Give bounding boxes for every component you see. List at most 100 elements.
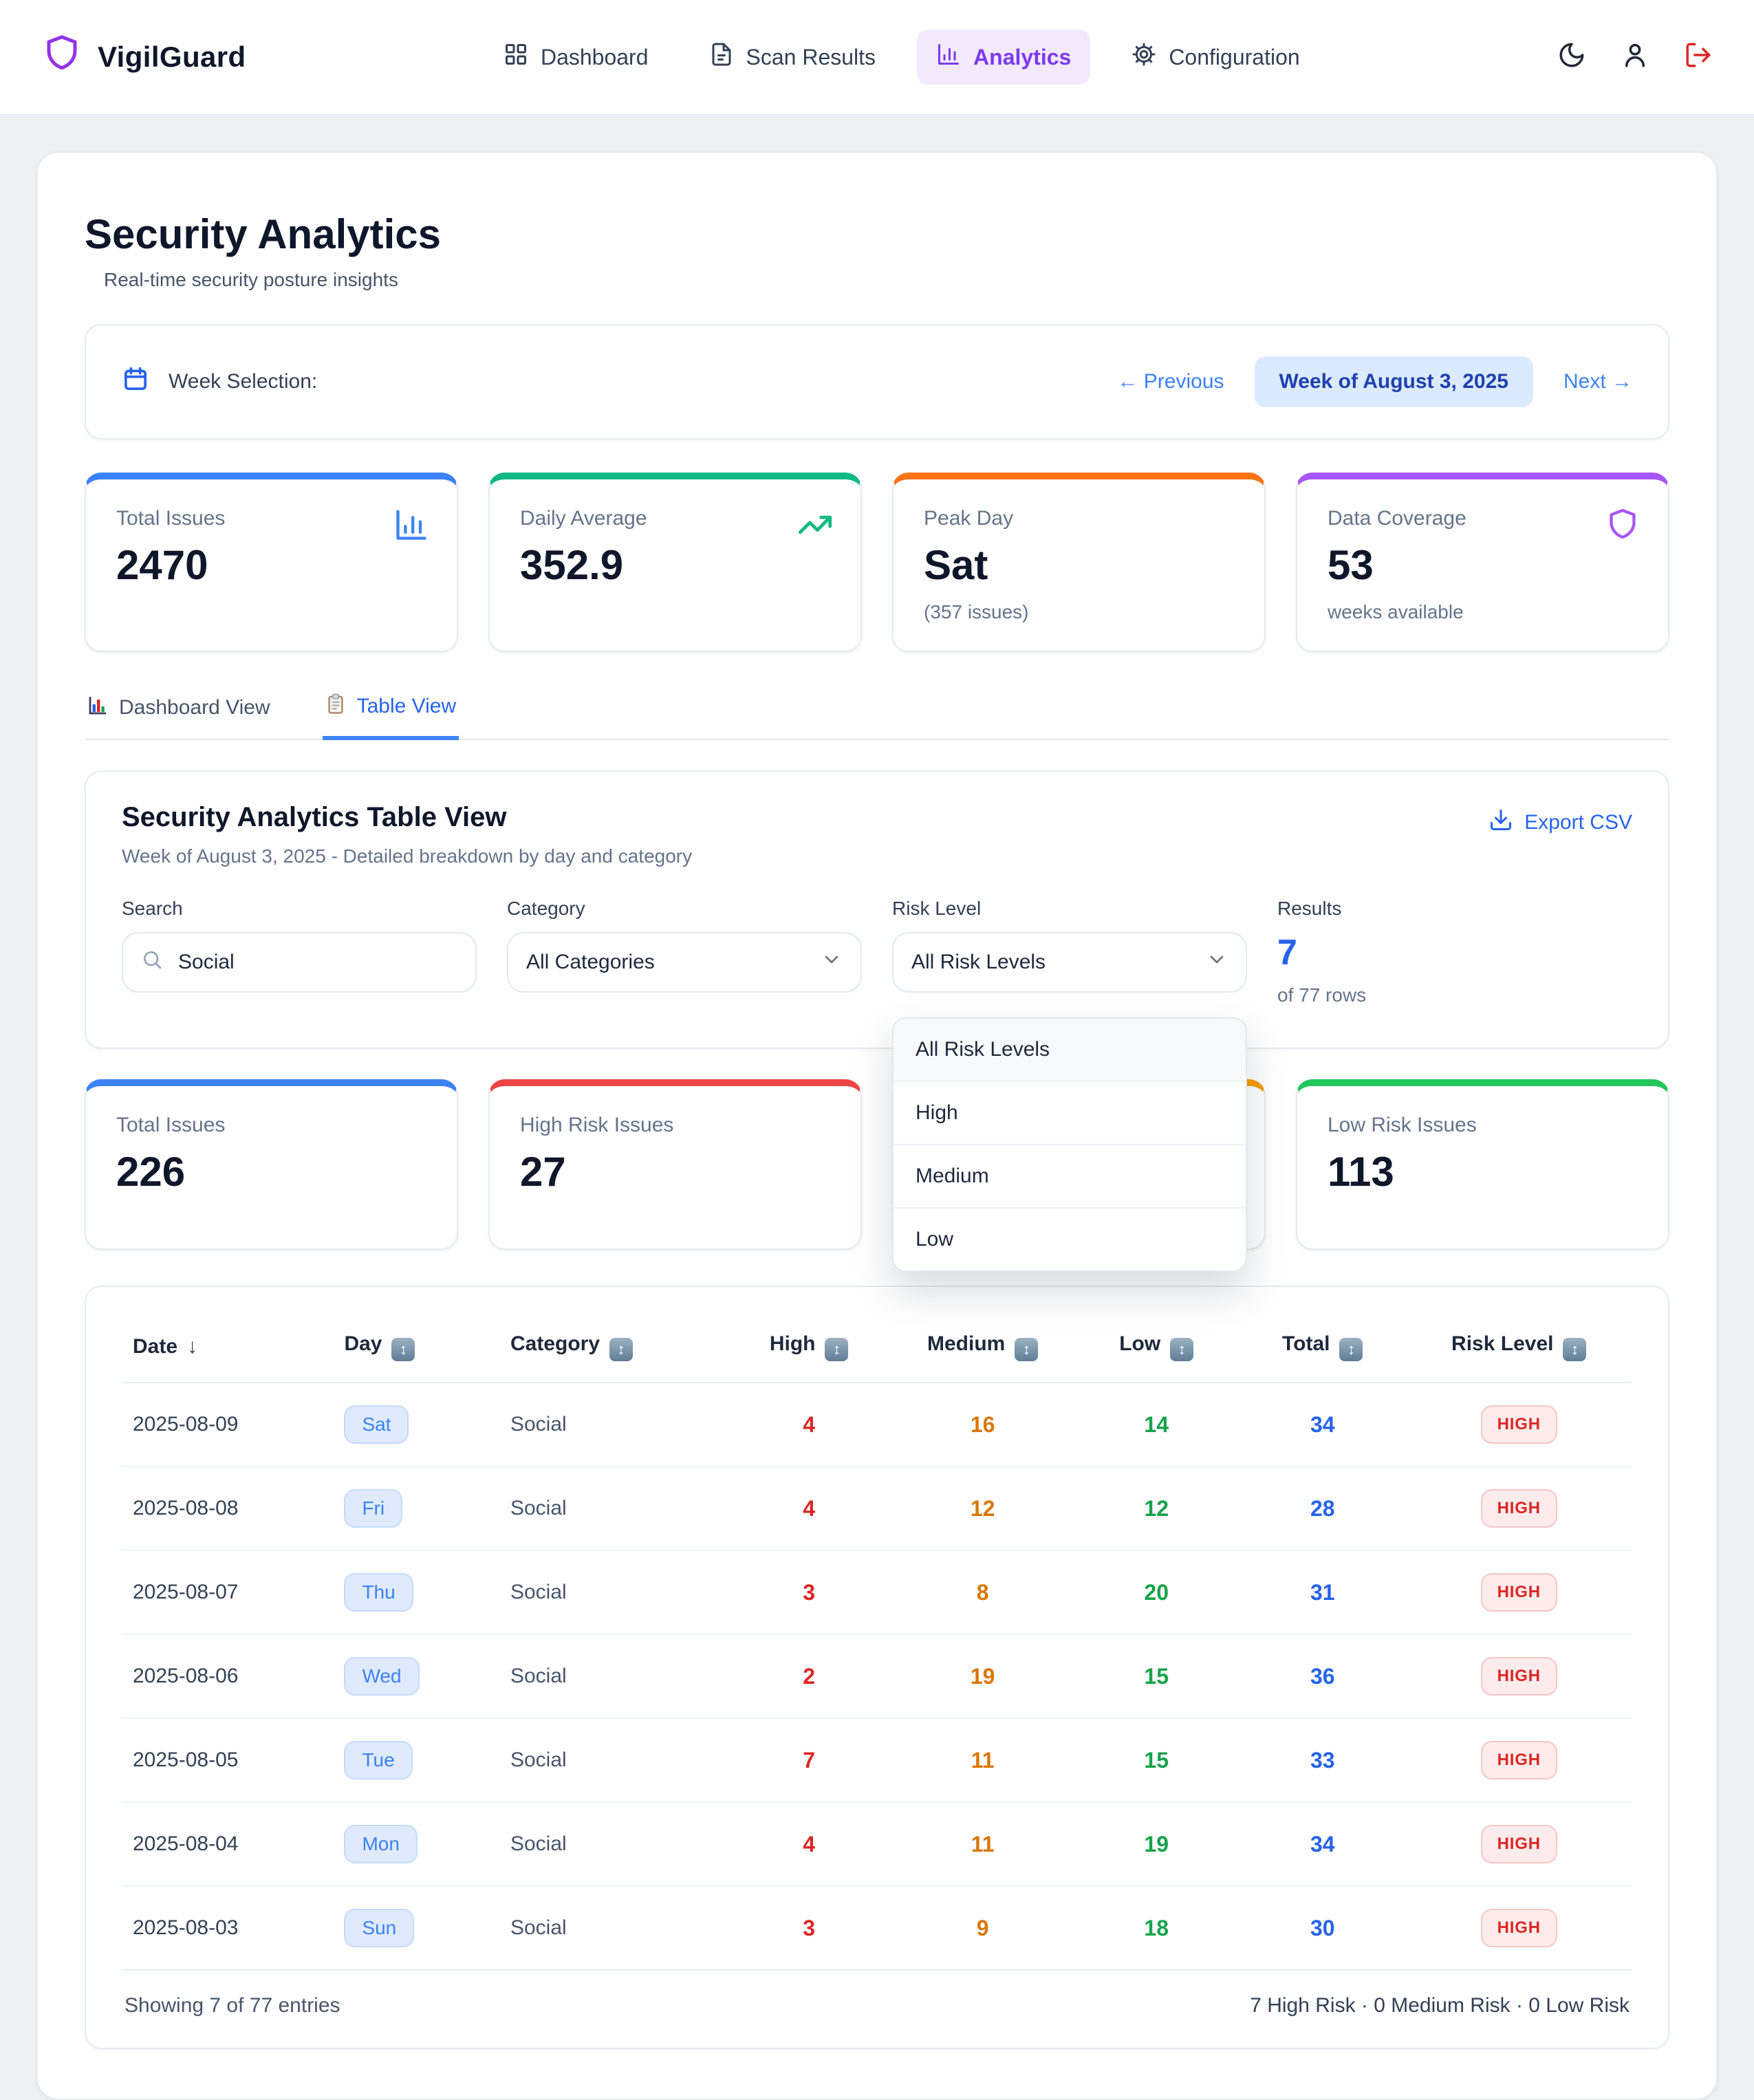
dropdown-option-high[interactable]: High <box>894 1081 1246 1144</box>
results-summary: Results 7 of 77 rows <box>1277 898 1632 1006</box>
tab-dashboard-view[interactable]: Dashboard View <box>85 688 273 739</box>
current-week-pill[interactable]: Week of August 3, 2025 <box>1255 356 1533 407</box>
page-subtitle: Real-time security posture insights <box>104 269 1669 291</box>
user-icon <box>1621 41 1649 74</box>
week-selection-bar: Week Selection: ← Previous Week of Augus… <box>85 324 1669 440</box>
risk-level-dropdown: All Risk Levels High Medium Low <box>892 1017 1247 1272</box>
shield-logo-icon <box>41 33 83 81</box>
nav-label: Configuration <box>1169 45 1299 70</box>
stat-card-high-risk: High Risk Issues 27 <box>488 1079 862 1250</box>
calendar-icon <box>122 365 149 398</box>
category-label: Category <box>507 898 862 920</box>
dropdown-option-medium[interactable]: Medium <box>894 1144 1246 1207</box>
moon-icon <box>1557 41 1586 74</box>
search-input[interactable] <box>175 949 457 975</box>
analytics-table: Date Day Category High Medium Low Total … <box>122 1312 1632 1969</box>
table-view-card-header: Security Analytics Table View Week of Au… <box>122 802 1632 867</box>
dropdown-option-all-risk-levels[interactable]: All Risk Levels <box>894 1019 1246 1081</box>
table-footer: Showing 7 of 77 entries 7 High Risk · 0 … <box>122 1969 1632 2026</box>
dark-mode-toggle[interactable] <box>1557 41 1586 74</box>
week-selection-left: Week Selection: <box>122 365 317 398</box>
main-card: Security Analytics Real-time security po… <box>36 151 1718 2100</box>
page-title: Security Analytics <box>85 210 1669 258</box>
risk-level-badge: HIGH <box>1481 1489 1557 1528</box>
category-select-value: All Categories <box>526 951 655 974</box>
logout-button[interactable] <box>1684 41 1713 74</box>
stat-card-low-risk: Low Risk Issues 113 <box>1296 1079 1669 1250</box>
previous-week-button[interactable]: ← Previous <box>1117 370 1224 393</box>
bar-chart-icon <box>393 507 429 548</box>
sort-icon[interactable] <box>1339 1338 1363 1361</box>
stat-label: High Risk Issues <box>520 1114 830 1137</box>
app-header: VigilGuard Dashboard Scan Results Analyt… <box>0 0 1754 116</box>
chevron-down-icon <box>821 949 843 976</box>
search-icon <box>141 949 163 976</box>
day-badge: Tue <box>344 1741 412 1779</box>
nav-item-scan-results[interactable]: Scan Results <box>690 30 896 85</box>
risk-level-badge: HIGH <box>1481 1657 1557 1696</box>
stat-card-peak-day: Peak Day Sat (357 issues) <box>892 473 1266 652</box>
nav-item-configuration[interactable]: Configuration <box>1112 30 1319 85</box>
risk-level-select[interactable]: All Risk Levels <box>892 932 1247 993</box>
column-header-total: Total <box>1239 1312 1406 1383</box>
day-badge: Mon <box>344 1825 417 1863</box>
category-filter: Category All Categories <box>507 898 862 1006</box>
stat-label: Total Issues <box>116 507 426 530</box>
filters-grid: Search Category All Categories <box>122 898 1632 1006</box>
results-total: of 77 rows <box>1277 984 1632 1006</box>
shield-icon <box>1605 507 1641 548</box>
day-badge: Sun <box>344 1909 414 1947</box>
stat-card-filtered-total: Total Issues 226 <box>85 1079 458 1250</box>
stat-label: Daily Average <box>520 507 830 530</box>
results-label: Results <box>1277 898 1632 920</box>
category-select[interactable]: All Categories <box>507 932 862 993</box>
sort-icon[interactable] <box>825 1338 848 1361</box>
main-content: Security Analytics Real-time security po… <box>0 151 1754 2100</box>
user-menu-button[interactable] <box>1621 41 1649 74</box>
column-header-risk-level: Risk Level <box>1406 1312 1632 1383</box>
nav-label: Analytics <box>973 45 1071 70</box>
column-header-date: Date <box>122 1312 333 1383</box>
day-badge: Fri <box>344 1489 402 1528</box>
gear-icon <box>1132 42 1156 72</box>
table-row: 2025-08-06 Wed Social 2 19 15 36 HIGH <box>122 1634 1632 1718</box>
column-header-low: Low <box>1073 1312 1239 1383</box>
search-filter: Search <box>122 898 477 1006</box>
table-view-subtitle: Week of August 3, 2025 - Detailed breakd… <box>122 845 692 867</box>
nav-item-dashboard[interactable]: Dashboard <box>484 30 668 85</box>
table-view-title: Security Analytics Table View <box>122 802 692 833</box>
entries-summary: Showing 7 of 77 entries <box>124 1994 340 2017</box>
table-row: 2025-08-03 Sun Social 3 9 18 30 HIGH <box>122 1886 1632 1969</box>
risk-level-badge: HIGH <box>1481 1741 1557 1779</box>
dropdown-option-low[interactable]: Low <box>894 1207 1246 1270</box>
stat-card-total-issues: Total Issues 2470 <box>85 473 458 652</box>
data-table-card: Date Day Category High Medium Low Total … <box>85 1286 1669 2049</box>
sort-icon[interactable] <box>609 1338 633 1361</box>
risk-level-badge: HIGH <box>1481 1573 1557 1612</box>
document-icon <box>709 42 734 72</box>
summary-stats-row: Total Issues 2470 Daily Average 352.9 Pe… <box>85 473 1669 652</box>
grid-icon <box>504 42 528 72</box>
sort-icon[interactable] <box>391 1338 415 1361</box>
tab-table-view[interactable]: Table View <box>323 688 459 740</box>
brand-name: VigilGuard <box>98 41 246 74</box>
nav-item-analytics[interactable]: Analytics <box>917 30 1090 85</box>
stat-value: 53 <box>1328 541 1638 589</box>
table-view-card: Security Analytics Table View Week of Au… <box>85 770 1669 1049</box>
next-week-button[interactable]: Next → <box>1563 370 1632 393</box>
column-header-medium: Medium <box>892 1312 1074 1383</box>
sort-icon[interactable] <box>1015 1338 1038 1361</box>
nav-label: Dashboard <box>541 45 649 70</box>
export-csv-button[interactable]: Export CSV <box>1488 808 1632 838</box>
risk-level-label: Risk Level <box>892 898 1247 920</box>
main-nav: Dashboard Scan Results Analytics Configu… <box>246 30 1557 85</box>
sort-icon[interactable] <box>1563 1338 1586 1361</box>
sort-desc-icon[interactable] <box>187 1335 197 1358</box>
sort-icon[interactable] <box>1170 1338 1193 1361</box>
stat-value: 27 <box>520 1148 830 1195</box>
tab-label: Dashboard View <box>119 696 270 719</box>
column-header-category: Category <box>499 1312 726 1383</box>
download-icon <box>1488 808 1513 838</box>
stat-label: Data Coverage <box>1328 507 1638 530</box>
table-row: 2025-08-09 Sat Social 4 16 14 34 HIGH <box>122 1383 1632 1466</box>
